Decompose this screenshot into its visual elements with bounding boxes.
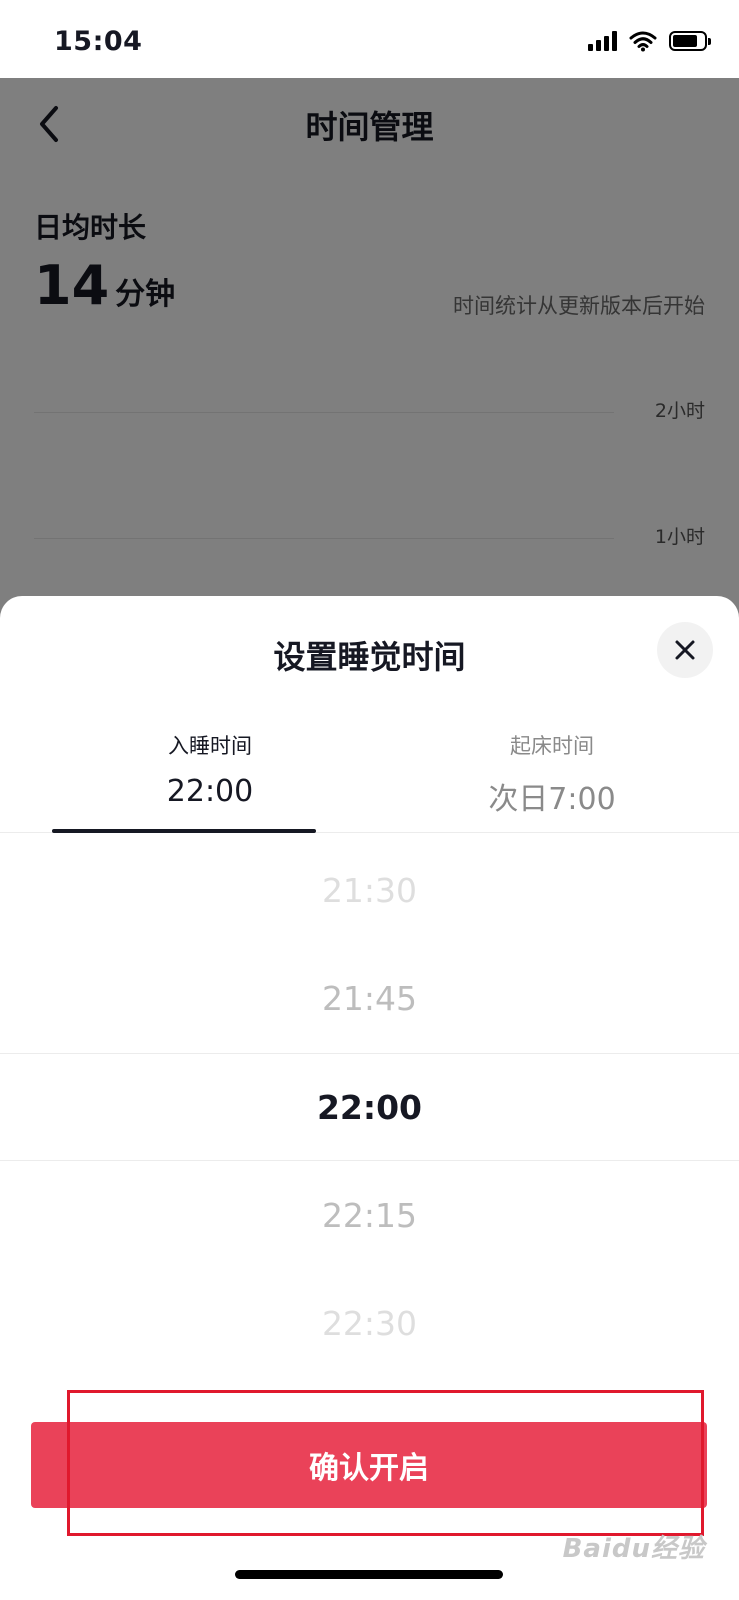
screen: 15:04 时间管理 日均时长 14 分钟 时间统计从更新版本后开始 2小 <box>0 0 739 1600</box>
status-icons <box>588 30 711 52</box>
tab-wake-time[interactable]: 起床时间 次日7:00 <box>394 712 710 833</box>
picker-option[interactable]: 22:30 <box>0 1269 739 1377</box>
active-tab-indicator <box>52 829 316 833</box>
picker-option[interactable]: 21:45 <box>0 944 739 1052</box>
tab-bedtime-value: 22:00 <box>166 774 254 809</box>
time-tabs: 入睡时间 22:00 起床时间 次日7:00 <box>0 712 739 833</box>
battery-icon <box>669 31 711 51</box>
close-button[interactable] <box>657 622 713 678</box>
status-time: 15:04 <box>54 26 143 57</box>
tab-wake-time-label: 起床时间 <box>510 734 594 758</box>
annotation-highlight-frame <box>67 1390 704 1536</box>
status-bar: 15:04 <box>0 0 739 78</box>
sleep-time-sheet: 设置睡觉时间 入睡时间 22:00 起床时间 次日7:00 21:30 21:4… <box>0 596 739 1600</box>
tab-wake-time-value: 次日7:00 <box>488 782 616 817</box>
picker-option-selected[interactable]: 22:00 <box>0 1053 739 1161</box>
watermark: Baidu经验 <box>562 1534 705 1564</box>
time-picker[interactable]: 21:30 21:45 22:00 22:15 22:30 <box>0 834 739 1374</box>
tab-bedtime[interactable]: 入睡时间 22:00 <box>52 712 368 833</box>
signal-icon <box>588 31 617 51</box>
picker-option[interactable]: 22:15 <box>0 1161 739 1269</box>
close-icon <box>675 640 695 660</box>
picker-option[interactable]: 21:30 <box>0 836 739 944</box>
wifi-icon <box>629 31 657 52</box>
sheet-title: 设置睡觉时间 <box>273 638 466 676</box>
tab-bedtime-label: 入睡时间 <box>168 734 252 758</box>
home-indicator[interactable] <box>235 1570 503 1579</box>
